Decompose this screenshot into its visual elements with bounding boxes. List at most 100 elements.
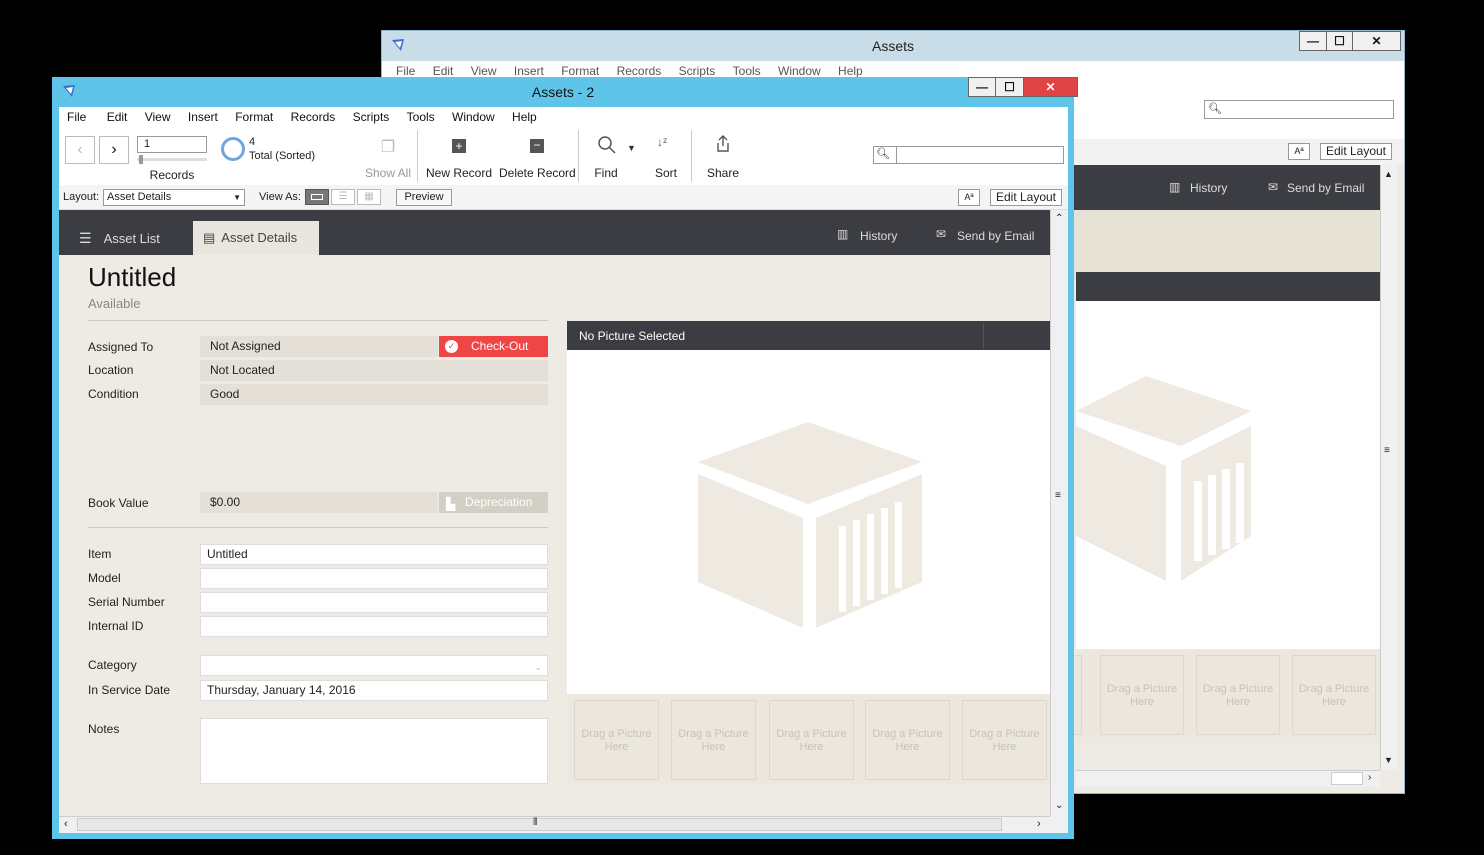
scroll-thumb[interactable]: ⦀ xyxy=(77,817,1002,831)
serial-number-field[interactable] xyxy=(200,592,548,613)
menu-view[interactable]: View xyxy=(145,110,171,124)
menu-records[interactable]: Records xyxy=(291,110,336,124)
internal-id-field[interactable] xyxy=(200,616,548,637)
scroll-thumb-grip-icon[interactable]: ≡ xyxy=(1384,445,1390,456)
scroll-down-icon[interactable]: ▼ xyxy=(1384,755,1393,765)
history-button[interactable]: History xyxy=(860,229,897,243)
tab-asset-list[interactable]: ☰ Asset List xyxy=(65,221,193,255)
horizontal-scrollbar[interactable]: ‹ ⦀ › xyxy=(59,816,1050,833)
notes-field[interactable] xyxy=(200,718,548,784)
menu-records[interactable]: Records xyxy=(617,64,662,78)
next-record-button[interactable]: › xyxy=(99,136,129,164)
picture-header: No Picture Selected xyxy=(567,321,1050,350)
scroll-up-icon[interactable]: ▲ xyxy=(1384,169,1393,179)
mail-icon: ✉ xyxy=(1268,180,1279,194)
maximize-button[interactable]: ☐ xyxy=(996,77,1024,97)
category-dropdown[interactable]: ⌄ xyxy=(200,655,548,676)
close-button[interactable]: ✕ xyxy=(1353,31,1401,51)
thumbnail-slot[interactable]: Drag a Picture Here xyxy=(865,700,950,780)
menubar: File Edit View Insert Format Records Scr… xyxy=(59,107,1068,127)
thumbnail-slot[interactable]: Drag a Picture Here xyxy=(1100,655,1184,735)
delete-record-button[interactable]: Delete Record xyxy=(499,166,576,180)
thumbnail-slot[interactable]: Drag a Picture Here xyxy=(962,700,1047,780)
maximize-button[interactable]: ☐ xyxy=(1327,31,1353,51)
total-count: 4 xyxy=(249,136,256,148)
menu-window[interactable]: Window xyxy=(778,64,821,78)
minimize-button[interactable]: — xyxy=(1299,31,1327,51)
menu-file[interactable]: File xyxy=(396,64,415,78)
previous-record-button[interactable]: ‹ xyxy=(65,136,95,164)
menu-help[interactable]: Help xyxy=(838,64,863,78)
thumbnail-slot[interactable]: Drag a Picture Here xyxy=(574,700,659,780)
bg-text-format-button[interactable]: Aª xyxy=(1288,143,1310,160)
bg-edit-layout-button[interactable]: Edit Layout xyxy=(1320,143,1392,160)
menu-tools[interactable]: Tools xyxy=(407,110,435,124)
internal-id-label: Internal ID xyxy=(88,619,144,633)
menu-format[interactable]: Format xyxy=(235,110,273,124)
show-all-button[interactable]: Show All xyxy=(361,166,415,180)
menu-help[interactable]: Help xyxy=(512,110,537,124)
scroll-down-icon[interactable]: ⌄ xyxy=(1055,800,1063,811)
vertical-scrollbar[interactable]: ⌃ ≡ ⌄ xyxy=(1050,210,1068,816)
menu-edit[interactable]: Edit xyxy=(433,64,454,78)
bg-horizontal-scrollbar[interactable]: › xyxy=(1076,770,1380,787)
edit-layout-button[interactable]: Edit Layout xyxy=(990,189,1062,206)
window-buttons: — ☐ ✕ xyxy=(968,77,1078,97)
find-dropdown-icon[interactable]: ▼ xyxy=(627,143,636,153)
record-slider-handle[interactable] xyxy=(139,155,143,164)
book-value-label: Book Value xyxy=(88,496,149,510)
preview-button[interactable]: Preview xyxy=(396,189,452,206)
search-input[interactable]: 🔍︎ xyxy=(873,146,1064,164)
depreciation-button[interactable]: ▙ Depreciation xyxy=(439,492,548,513)
scroll-right-icon[interactable]: › xyxy=(1368,772,1371,783)
scroll-up-icon[interactable]: ⌃ xyxy=(1055,213,1063,224)
layout-select[interactable]: Asset Details ▼ xyxy=(103,189,245,206)
menu-edit[interactable]: Edit xyxy=(107,110,128,124)
menu-scripts[interactable]: Scripts xyxy=(679,64,716,78)
scroll-left-icon[interactable]: ‹ xyxy=(64,818,68,830)
thumbnail-slot[interactable]: Drag a Picture Here xyxy=(1292,655,1376,735)
menu-insert[interactable]: Insert xyxy=(188,110,218,124)
menu-insert[interactable]: Insert xyxy=(514,64,544,78)
location-value: Not Located xyxy=(200,360,548,381)
scroll-right-icon[interactable]: › xyxy=(1037,818,1041,830)
menu-tools[interactable]: Tools xyxy=(733,64,761,78)
minimize-button[interactable]: — xyxy=(968,77,996,97)
window-title: Assets - 2 xyxy=(531,84,595,100)
item-field[interactable]: Untitled xyxy=(200,544,548,565)
record-number-input[interactable]: 1 xyxy=(137,136,207,153)
menu-window[interactable]: Window xyxy=(452,110,495,124)
picture-container[interactable] xyxy=(567,350,1050,694)
list-view-button[interactable]: ☰ xyxy=(331,189,355,205)
model-field[interactable] xyxy=(200,568,548,589)
form-view-button[interactable] xyxy=(305,189,329,205)
scroll-thumb[interactable] xyxy=(1331,772,1363,785)
find-button[interactable]: Find xyxy=(589,166,623,180)
main-window[interactable]: Assets - 2 — ☐ ✕ File Edit View Insert F… xyxy=(52,77,1078,839)
thumbnail-slot[interactable]: Drag a Picture Here xyxy=(671,700,756,780)
new-record-button[interactable]: New Record xyxy=(425,166,493,180)
thumbnail-slot[interactable]: Drag a Picture Here xyxy=(1196,655,1280,735)
sort-button[interactable]: Sort xyxy=(649,166,683,180)
text-format-button[interactable]: Aª xyxy=(958,189,980,206)
menu-view[interactable]: View xyxy=(471,64,497,78)
close-button[interactable]: ✕ xyxy=(1024,77,1078,97)
bg-vertical-scrollbar[interactable]: ▲ ≡ ▼ xyxy=(1380,165,1397,770)
bg-picture-container[interactable] xyxy=(1076,301,1380,649)
thumbnail-slot[interactable]: Drag a Picture Here xyxy=(769,700,854,780)
menu-scripts[interactable]: Scripts xyxy=(353,110,390,124)
bg-history-button[interactable]: History xyxy=(1190,181,1227,195)
divider xyxy=(983,323,984,348)
table-view-button[interactable]: ▦ xyxy=(357,189,381,205)
share-button[interactable]: Share xyxy=(705,166,741,180)
bg-send-email-button[interactable]: Send by Email xyxy=(1287,181,1364,195)
menu-file[interactable]: File xyxy=(67,110,86,124)
check-out-button[interactable]: ✓ Check-Out xyxy=(439,336,548,357)
record-slider[interactable] xyxy=(137,155,207,164)
tab-asset-details[interactable]: ▤ Asset Details xyxy=(193,221,319,255)
bg-search-input[interactable]: 🔍︎ xyxy=(1204,100,1394,119)
scroll-thumb-grip-icon[interactable]: ≡ xyxy=(1055,490,1061,501)
send-by-email-button[interactable]: Send by Email xyxy=(957,229,1034,243)
menu-format[interactable]: Format xyxy=(561,64,599,78)
in-service-date-field[interactable]: Thursday, January 14, 2016 xyxy=(200,680,548,701)
